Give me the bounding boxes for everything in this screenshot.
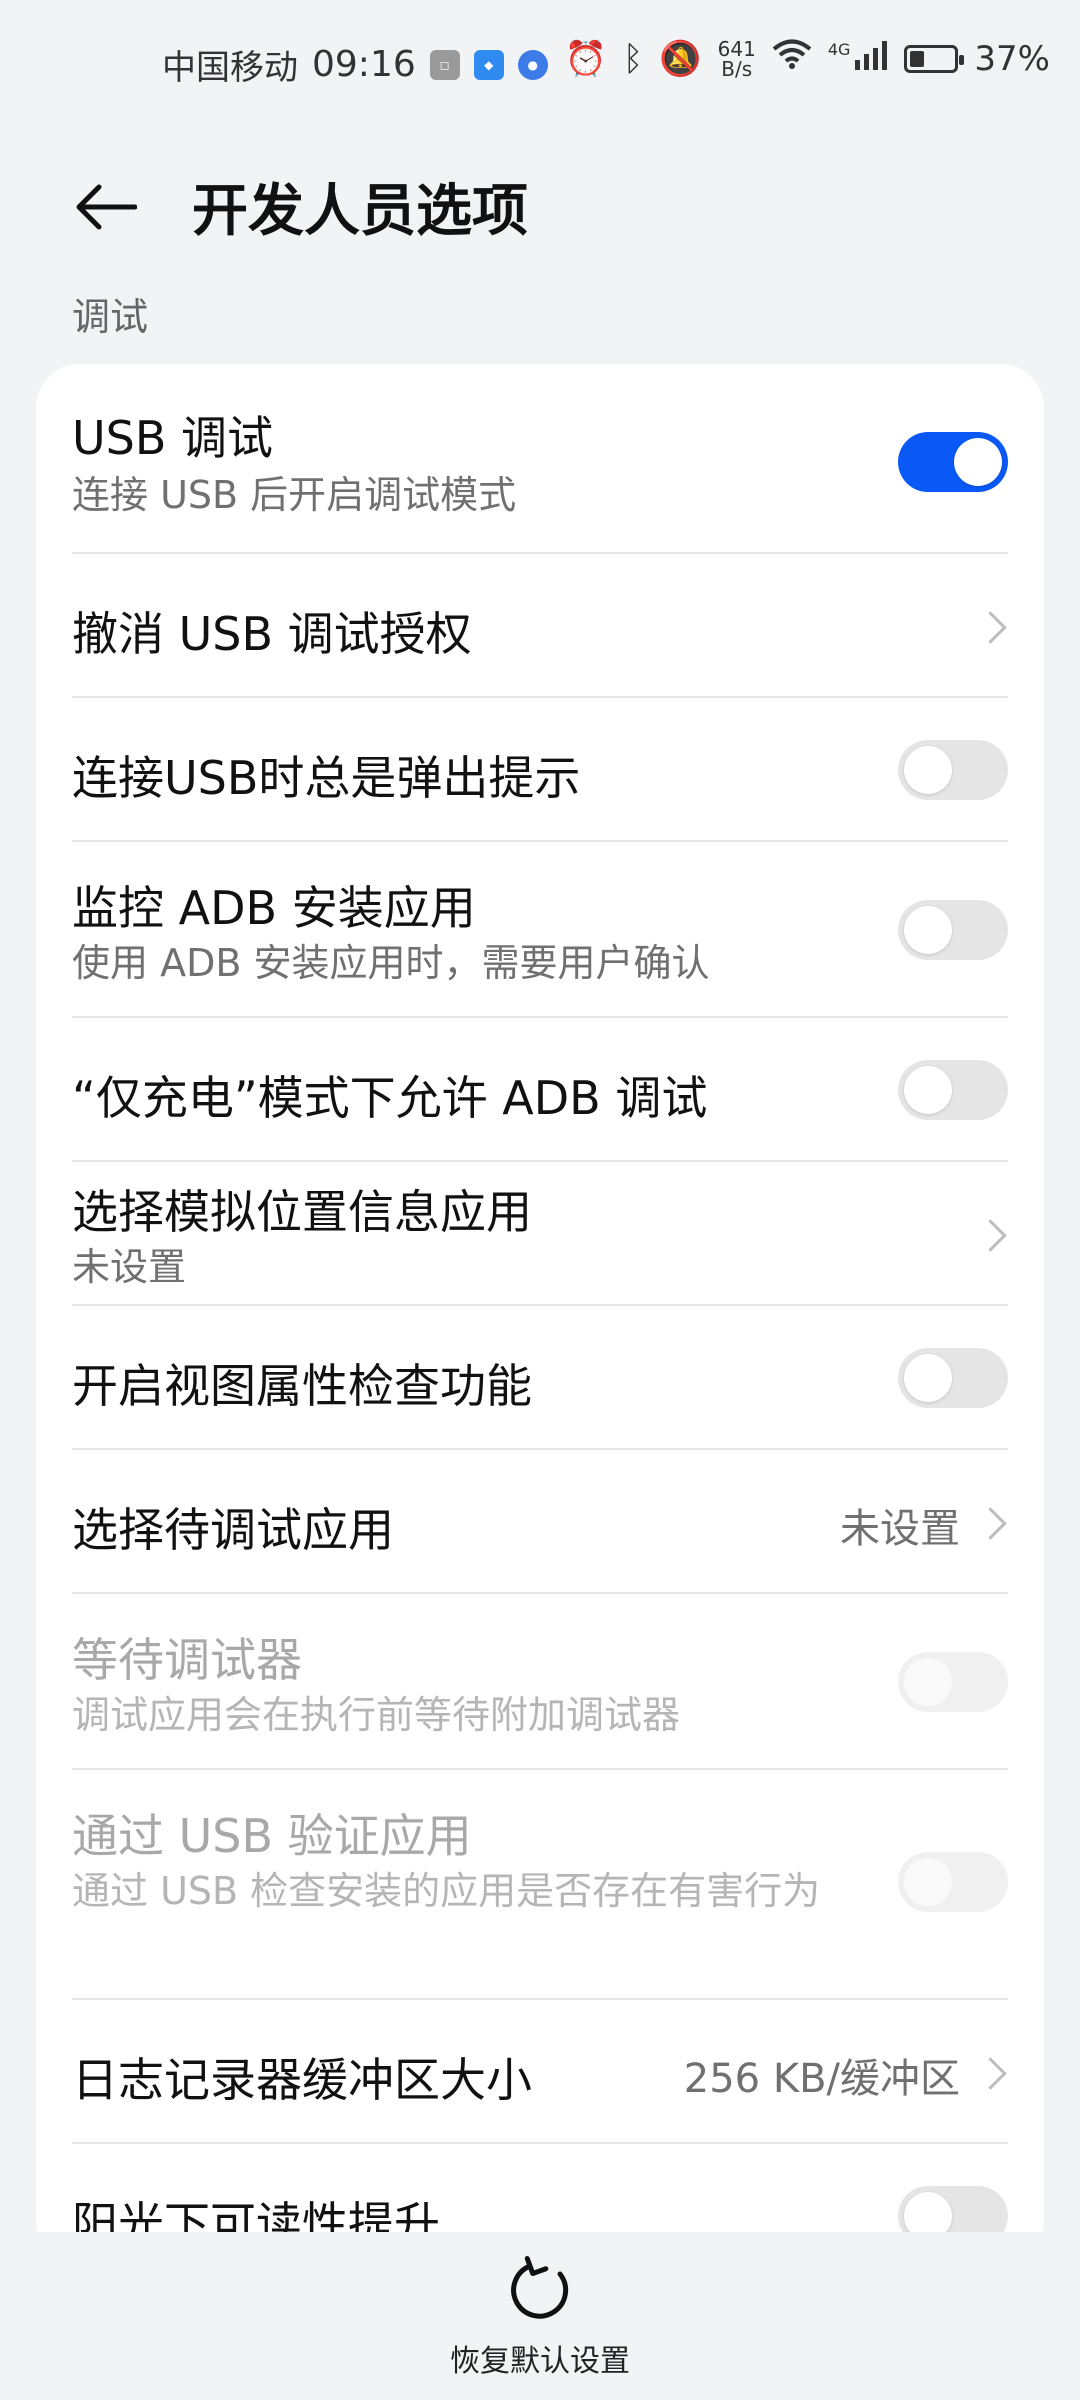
setting-title: 开启视图属性检查功能 <box>72 1359 532 1413</box>
alarm-icon: ⏰ <box>564 38 607 79</box>
mute-icon: 🔕 <box>659 38 702 79</box>
toggle-knob <box>904 746 952 794</box>
monitor-adb-toggle[interactable] <box>898 900 1008 960</box>
toggle-knob <box>904 1658 952 1706</box>
hms-icon: ◻ <box>429 49 460 80</box>
setting-value: 256 KB/缓冲区 <box>683 2056 960 2102</box>
setting-debug-app[interactable]: 选择待调试应用 未设置 <box>72 1450 1008 1594</box>
app-header: 开发人员选项 <box>0 140 1080 260</box>
clock: 09:16 <box>312 44 416 85</box>
restore-defaults-label: 恢复默认设置 <box>450 2344 630 2379</box>
battery-icon <box>904 44 965 73</box>
toggle-knob <box>954 438 1002 486</box>
setting-subtitle: 未设置 <box>72 1245 187 1289</box>
charge-only-adb-toggle[interactable] <box>898 1060 1008 1120</box>
wifi-icon <box>772 38 812 79</box>
setting-usb-prompt[interactable]: 连接USB时总是弹出提示 <box>72 698 1008 842</box>
setting-wait-for-debugger: 等待调试器 调试应用会在执行前等待附加调试器 <box>72 1594 1008 1770</box>
setting-title: 连接USB时总是弹出提示 <box>72 751 581 805</box>
status-bar: 中国移动 09:16 ◻ ◆ ● ⏰ ᛒ 🔕 641 B/s 4G 37% <box>0 0 1080 130</box>
setting-value: 未设置 <box>840 1506 960 1552</box>
setting-subtitle: 通过 USB 检查安装的应用是否存在有害行为 <box>72 1869 821 1913</box>
carrier-name: 中国移动 <box>162 48 298 88</box>
usb-debugging-toggle[interactable] <box>898 432 1008 492</box>
page-title: 开发人员选项 <box>192 179 528 244</box>
chevron-right-icon <box>974 1219 1007 1252</box>
app-notification-icon: ● <box>517 49 548 80</box>
setting-usb-debugging[interactable]: USB 调试 连接 USB 后开启调试模式 <box>72 364 1008 554</box>
status-left: 中国移动 09:16 ◻ ◆ ● <box>162 40 548 89</box>
back-arrow-icon <box>73 183 138 235</box>
bottom-bar: 恢复默认设置 <box>0 2232 1080 2400</box>
setting-title: 通过 USB 验证应用 <box>72 1809 472 1863</box>
net-speed-unit: B/s <box>721 56 753 81</box>
settings-card: USB 调试 连接 USB 后开启调试模式 撤消 USB 调试授权 连接USB时… <box>36 364 1044 2264</box>
network-type: 4G <box>827 40 851 59</box>
setting-monitor-adb-install[interactable]: 监控 ADB 安装应用 使用 ADB 安装应用时，需要用户确认 <box>72 842 1008 1018</box>
shield-icon: ◆ <box>473 49 504 80</box>
setting-title: 选择模拟位置信息应用 <box>72 1185 532 1239</box>
setting-view-attribute-inspection[interactable]: 开启视图属性检查功能 <box>72 1306 1008 1450</box>
setting-subtitle: 调试应用会在执行前等待附加调试器 <box>72 1693 681 1737</box>
setting-title: 等待调试器 <box>72 1633 302 1687</box>
chevron-right-icon <box>974 1507 1007 1540</box>
wait-debugger-toggle <box>898 1652 1008 1712</box>
chevron-right-icon <box>974 611 1007 644</box>
setting-title: USB 调试 <box>72 411 274 465</box>
bluetooth-icon: ᛒ <box>622 38 644 79</box>
signal-icon <box>854 39 888 79</box>
back-button[interactable] <box>60 164 150 254</box>
view-inspection-toggle[interactable] <box>898 1348 1008 1408</box>
toggle-knob <box>904 1354 952 1402</box>
setting-title: 日志记录器缓冲区大小 <box>72 2053 532 2107</box>
section-label: 调试 <box>72 295 149 339</box>
status-right: ⏰ ᛒ 🔕 641 B/s 4G 37% <box>565 38 1050 79</box>
verify-apps-toggle <box>898 1852 1008 1912</box>
setting-verify-apps-usb: 通过 USB 验证应用 通过 USB 检查安装的应用是否存在有害行为 <box>72 1770 1008 2000</box>
toggle-knob <box>904 1858 952 1906</box>
toggle-knob <box>904 906 952 954</box>
setting-title: 监控 ADB 安装应用 <box>72 881 476 935</box>
restore-defaults-button[interactable]: 恢复默认设置 <box>440 2254 640 2394</box>
chevron-right-icon <box>974 2057 1007 2090</box>
setting-subtitle: 使用 ADB 安装应用时，需要用户确认 <box>72 941 710 985</box>
setting-logger-buffer-size[interactable]: 日志记录器缓冲区大小 256 KB/缓冲区 <box>72 2000 1008 2144</box>
toggle-knob <box>904 1066 952 1114</box>
usb-prompt-toggle[interactable] <box>898 740 1008 800</box>
setting-title: 撤消 USB 调试授权 <box>72 607 472 661</box>
setting-title: 选择待调试应用 <box>72 1503 394 1557</box>
setting-revoke-usb-auth[interactable]: 撤消 USB 调试授权 <box>72 554 1008 698</box>
restore-icon <box>504 2255 576 2330</box>
net-speed: 641 B/s <box>718 39 756 79</box>
setting-subtitle: 连接 USB 后开启调试模式 <box>72 473 517 517</box>
setting-mock-location-app[interactable]: 选择模拟位置信息应用 未设置 <box>72 1162 1008 1306</box>
setting-charge-only-adb[interactable]: “仅充电”模式下允许 ADB 调试 <box>72 1018 1008 1162</box>
setting-title: “仅充电”模式下允许 ADB 调试 <box>72 1071 708 1125</box>
battery-percent: 37% <box>974 38 1050 79</box>
